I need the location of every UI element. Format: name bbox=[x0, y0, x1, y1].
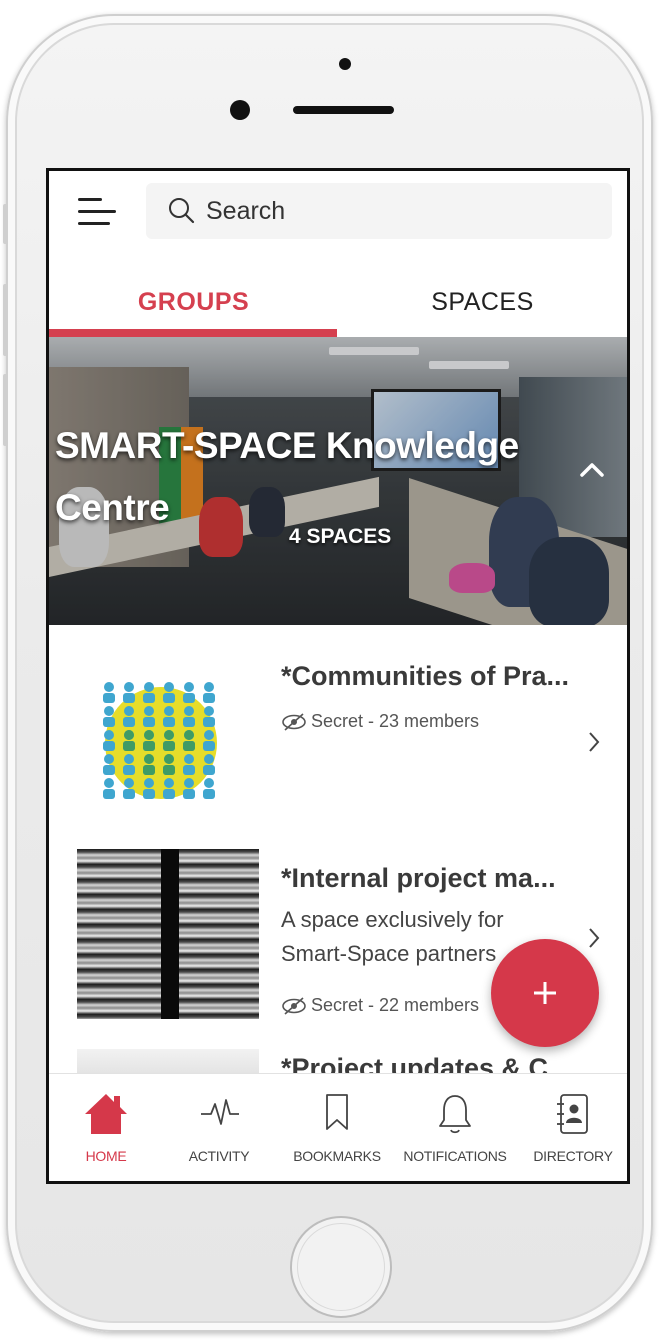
tab-spaces[interactable]: SPACES bbox=[338, 259, 627, 339]
item-meta: Secret - 23 members bbox=[281, 711, 479, 732]
nav-activity[interactable]: ACTIVITY bbox=[169, 1074, 269, 1181]
tab-bar: GROUPS SPACES bbox=[49, 259, 627, 339]
nav-bookmarks[interactable]: BOOKMARKS bbox=[287, 1074, 387, 1181]
mute-switch bbox=[3, 204, 8, 244]
nav-label: BOOKMARKS bbox=[293, 1148, 381, 1164]
volume-down-button bbox=[3, 374, 8, 446]
earpiece-speaker bbox=[293, 106, 394, 114]
volume-up-button bbox=[3, 284, 8, 356]
item-meta-text: Secret - 22 members bbox=[311, 995, 480, 1015]
nav-label: HOME bbox=[85, 1148, 127, 1164]
item-description: A space exclusively for Smart-Space part… bbox=[281, 907, 504, 966]
chevron-up-icon[interactable] bbox=[577, 455, 607, 485]
front-sensor bbox=[339, 58, 351, 70]
nav-label: NOTIFICATIONS bbox=[403, 1148, 507, 1164]
chevron-right-icon[interactable] bbox=[585, 729, 603, 755]
paper-stack-thumbnail bbox=[77, 849, 259, 1019]
bell-icon bbox=[439, 1095, 471, 1134]
search-input[interactable] bbox=[206, 183, 586, 239]
app-screen: GROUPS SPACES SMART-SPACE Knowledge Cent… bbox=[46, 168, 630, 1184]
active-tab-indicator bbox=[49, 329, 337, 337]
group-title: SMART-SPACE Knowledge Centre bbox=[55, 425, 519, 528]
top-bar bbox=[49, 171, 627, 241]
search-bar[interactable] bbox=[146, 183, 612, 239]
item-title: *Communities of Pra... bbox=[281, 661, 570, 691]
item-meta-text: Secret - 23 members bbox=[311, 711, 480, 731]
group-space-count: 4 SPACES bbox=[289, 525, 392, 548]
add-button[interactable] bbox=[491, 939, 599, 1047]
nav-directory[interactable]: DIRECTORY bbox=[523, 1074, 623, 1181]
home-icon bbox=[85, 1094, 127, 1134]
activity-icon bbox=[201, 1099, 239, 1125]
nav-home[interactable]: HOME bbox=[57, 1074, 155, 1181]
nav-label: ACTIVITY bbox=[188, 1148, 250, 1164]
front-camera bbox=[230, 100, 250, 120]
directory-icon bbox=[557, 1094, 588, 1134]
list-item[interactable]: *Communities of Pra... Secret - 23 membe… bbox=[49, 631, 627, 821]
hardware-home-button[interactable] bbox=[290, 1216, 392, 1318]
tab-groups[interactable]: GROUPS bbox=[49, 259, 338, 339]
community-people-thumbnail bbox=[103, 682, 217, 799]
bookmark-icon bbox=[326, 1094, 348, 1130]
plus-icon bbox=[534, 982, 556, 1004]
bottom-navigation: HOME ACTIVITY BOOKMARKS NOTIFICATIONS DI… bbox=[49, 1073, 627, 1181]
nav-label: DIRECTORY bbox=[533, 1148, 613, 1164]
chevron-right-icon[interactable] bbox=[585, 925, 603, 951]
hamburger-menu-icon[interactable] bbox=[78, 196, 118, 228]
nav-notifications[interactable]: NOTIFICATIONS bbox=[395, 1074, 515, 1181]
eye-slash-icon bbox=[282, 997, 306, 1015]
eye-slash-icon bbox=[282, 713, 306, 731]
item-title: *Internal project ma... bbox=[281, 863, 556, 893]
item-meta: Secret - 22 members bbox=[281, 995, 479, 1016]
group-hero-banner[interactable]: SMART-SPACE Knowledge Centre 4 SPACES bbox=[49, 337, 627, 625]
paper-stack-gap bbox=[161, 849, 179, 1019]
search-icon bbox=[169, 198, 195, 224]
